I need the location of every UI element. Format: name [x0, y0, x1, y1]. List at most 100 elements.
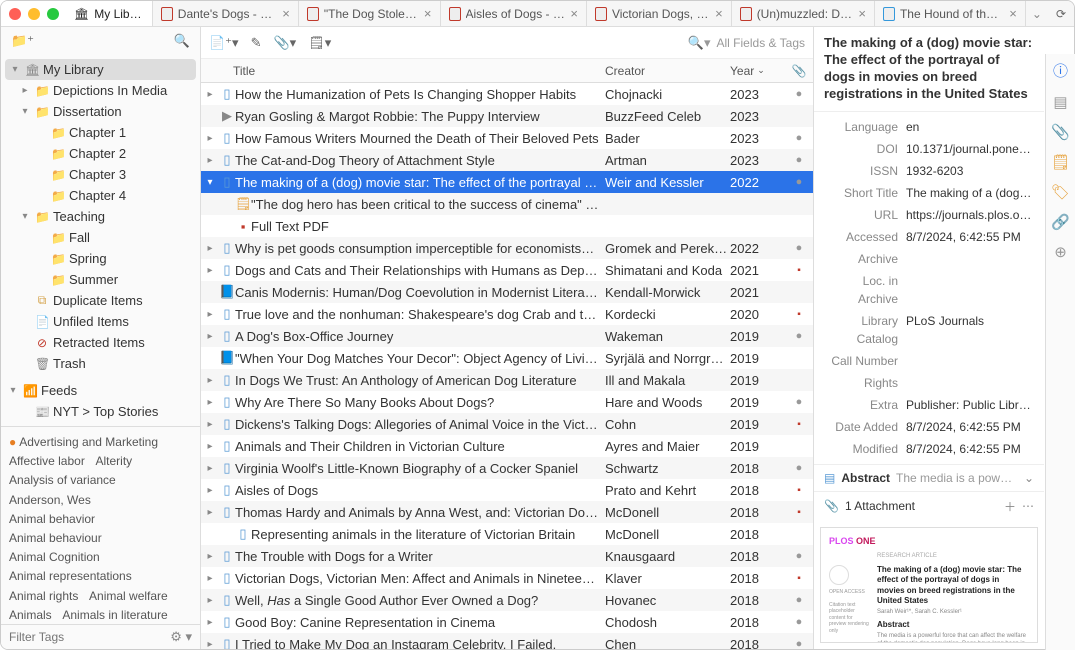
twisty-icon[interactable]: ▸	[201, 375, 219, 386]
item-row[interactable]: ▸▯The Cat-and-Dog Theory of Attachment S…	[201, 149, 813, 171]
doc-tab[interactable]: Aisles of Dogs - Pra×	[441, 1, 587, 26]
tag[interactable]: Animal rights	[9, 589, 78, 603]
tree-feed-item[interactable]: 📰 NYT > Top Stories	[1, 401, 200, 422]
close-tab-icon[interactable]: ×	[570, 6, 578, 21]
item-row[interactable]: ▸▯Animals and Their Children in Victoria…	[201, 435, 813, 457]
tag[interactable]: Animal representations	[9, 569, 132, 583]
col-attachment[interactable]: 📎	[785, 64, 813, 78]
doc-tab[interactable]: The Hound of the Ba×	[875, 1, 1026, 26]
new-item-icon[interactable]: 📄⁺▾	[209, 35, 239, 51]
item-row[interactable]: ▶Ryan Gosling & Margot Robbie: The Puppy…	[201, 105, 813, 127]
close-tab-icon[interactable]: ×	[715, 6, 723, 21]
tree-item[interactable]: 📁Spring	[1, 248, 200, 269]
item-row[interactable]: ▸▯Thomas Hardy and Animals by Anna West,…	[201, 501, 813, 523]
tree-item[interactable]: ▾📁Teaching	[1, 206, 200, 227]
tree-item[interactable]: 📄Unfiled Items	[1, 311, 200, 332]
item-row[interactable]: ▪Full Text PDF	[201, 215, 813, 237]
tag[interactable]: Analysis of variance	[9, 473, 116, 487]
maximize-window-icon[interactable]	[47, 8, 59, 20]
twisty-icon[interactable]: ▸	[201, 485, 219, 496]
twisty-icon[interactable]: ▸	[201, 595, 219, 606]
twisty-icon[interactable]: ▾	[9, 64, 21, 75]
twisty-icon[interactable]: ▸	[201, 331, 219, 342]
tag[interactable]: Animals	[9, 608, 52, 622]
attachment-preview[interactable]: PLOS ONE OPEN ACCESS Citation text place…	[820, 527, 1038, 643]
twisty-icon[interactable]: ▸	[201, 639, 219, 650]
tag[interactable]: Animal behaviour	[9, 531, 102, 545]
wand-icon[interactable]: ✎	[251, 35, 262, 51]
meta-row[interactable]: URLhttps://journals.plos.org/pl …	[814, 204, 1044, 226]
tag[interactable]: Animal Cognition	[9, 550, 100, 564]
tree-item[interactable]: 🗑Trash	[1, 353, 200, 374]
item-row[interactable]: ▸▯Dogs and Cats and Their Relationships …	[201, 259, 813, 281]
tag[interactable]: Animals in literature	[62, 608, 167, 622]
tree-item[interactable]: 📁Chapter 3	[1, 164, 200, 185]
filter-menu-icon[interactable]: ⚙ ▾	[170, 629, 192, 645]
twisty-icon[interactable]: ▾	[201, 177, 219, 188]
tags-tab-icon[interactable]: 🏷	[1051, 183, 1070, 201]
twisty-icon[interactable]: ▸	[201, 551, 219, 562]
tree-item[interactable]: 📁Fall	[1, 227, 200, 248]
collection-search-icon[interactable]: 🔍	[174, 33, 190, 49]
item-row[interactable]: ▯Representing animals in the literature …	[201, 523, 813, 545]
doc-tab[interactable]: (Un)muzzled: Dogs×	[732, 1, 875, 26]
tree-feeds[interactable]: ▾ 📶 Feeds	[1, 380, 200, 401]
sync-icon[interactable]: ⟳	[1048, 7, 1074, 21]
item-row[interactable]: ▸▯I Tried to Make My Dog an Instagram Ce…	[201, 633, 813, 649]
twisty-icon[interactable]: ▾	[19, 211, 31, 222]
attachment-menu-icon[interactable]: 📎▾	[273, 35, 296, 51]
meta-row[interactable]: Archive	[814, 248, 1044, 270]
meta-row[interactable]: Library CatalogPLoS Journals	[814, 310, 1044, 350]
tree-my-library[interactable]: ▾ 🏛 My Library	[5, 59, 196, 80]
twisty-icon[interactable]: ▸	[201, 441, 219, 452]
meta-row[interactable]: Rights	[814, 372, 1044, 394]
locate-tab-icon[interactable]: ⊕	[1054, 243, 1067, 261]
item-row[interactable]: ▸▯Victorian Dogs, Victorian Men: Affect …	[201, 567, 813, 589]
close-window-icon[interactable]	[9, 8, 21, 20]
twisty-icon[interactable]: ▸	[201, 573, 219, 584]
twisty-icon[interactable]: ▸	[201, 133, 219, 144]
item-row[interactable]: ▸▯Why Are There So Many Books About Dogs…	[201, 391, 813, 413]
item-row[interactable]: ▸▯A Dog's Box-Office JourneyWakeman2019●	[201, 325, 813, 347]
tree-item[interactable]: ▾📁Dissertation	[1, 101, 200, 122]
twisty-icon[interactable]: ▸	[201, 397, 219, 408]
items-search[interactable]: 🔍▾ All Fields & Tags	[688, 35, 805, 51]
tag[interactable]: Anderson, Wes	[9, 493, 91, 507]
twisty-icon[interactable]: ▸	[201, 507, 219, 518]
item-row[interactable]: ▸▯Aisles of DogsPrato and Kehrt2018▪	[201, 479, 813, 501]
twisty-icon[interactable]: ▾	[7, 385, 19, 396]
tag[interactable]: Affective labor	[9, 454, 85, 468]
item-row[interactable]: ▸▯Dickens's Talking Dogs: Allegories of …	[201, 413, 813, 435]
close-tab-icon[interactable]: ×	[282, 6, 290, 21]
meta-row[interactable]: Modified8/7/2024, 6:42:55 PM	[814, 438, 1044, 460]
tree-item[interactable]: 📁Chapter 4	[1, 185, 200, 206]
item-row[interactable]: ▸▯Well, Has a Single Good Author Ever Ow…	[201, 589, 813, 611]
tag[interactable]: Alterity	[96, 454, 133, 468]
item-row[interactable]: ▸▯Virginia Woolf's Little-Known Biograph…	[201, 457, 813, 479]
notes-tab-icon[interactable]: 🗒	[1051, 153, 1070, 171]
add-attachment-icon[interactable]: ＋	[1004, 498, 1016, 515]
twisty-icon[interactable]: ▸	[201, 419, 219, 430]
info-tab-icon[interactable]: ⓘ	[1053, 60, 1068, 81]
note-menu-icon[interactable]: 🗒▾	[308, 35, 331, 51]
twisty-icon[interactable]: ▸	[19, 85, 31, 96]
tree-item[interactable]: 📁Chapter 2	[1, 143, 200, 164]
meta-row[interactable]: Accessed8/7/2024, 6:42:55 PM	[814, 226, 1044, 248]
item-row[interactable]: ▸▯How the Humanization of Pets Is Changi…	[201, 83, 813, 105]
meta-row[interactable]: Languageen	[814, 116, 1044, 138]
twisty-icon[interactable]: ▸	[201, 243, 219, 254]
meta-row[interactable]: DOI10.1371/journal.pone.0261 …	[814, 138, 1044, 160]
tree-item[interactable]: 📁Summer	[1, 269, 200, 290]
new-collection-icon[interactable]: 📁⁺	[11, 33, 34, 49]
tree-item[interactable]: 📁Chapter 1	[1, 122, 200, 143]
close-tab-icon[interactable]: ×	[858, 6, 866, 21]
tab-library[interactable]: 🏛 My Library	[1, 1, 153, 26]
item-row[interactable]: ▸▯The Trouble with Dogs for a WriterKnau…	[201, 545, 813, 567]
tag[interactable]: Animal welfare	[89, 589, 168, 603]
attachments-tab-icon[interactable]: 📎	[1051, 123, 1070, 141]
tag[interactable]: Advertising and Marketing	[9, 435, 158, 449]
meta-row[interactable]: Loc. in Archive	[814, 270, 1044, 310]
item-row[interactable]: ▸▯True love and the nonhuman: Shakespear…	[201, 303, 813, 325]
close-tab-icon[interactable]: ×	[1009, 6, 1017, 21]
tree-item[interactable]: ⧉Duplicate Items	[1, 290, 200, 311]
